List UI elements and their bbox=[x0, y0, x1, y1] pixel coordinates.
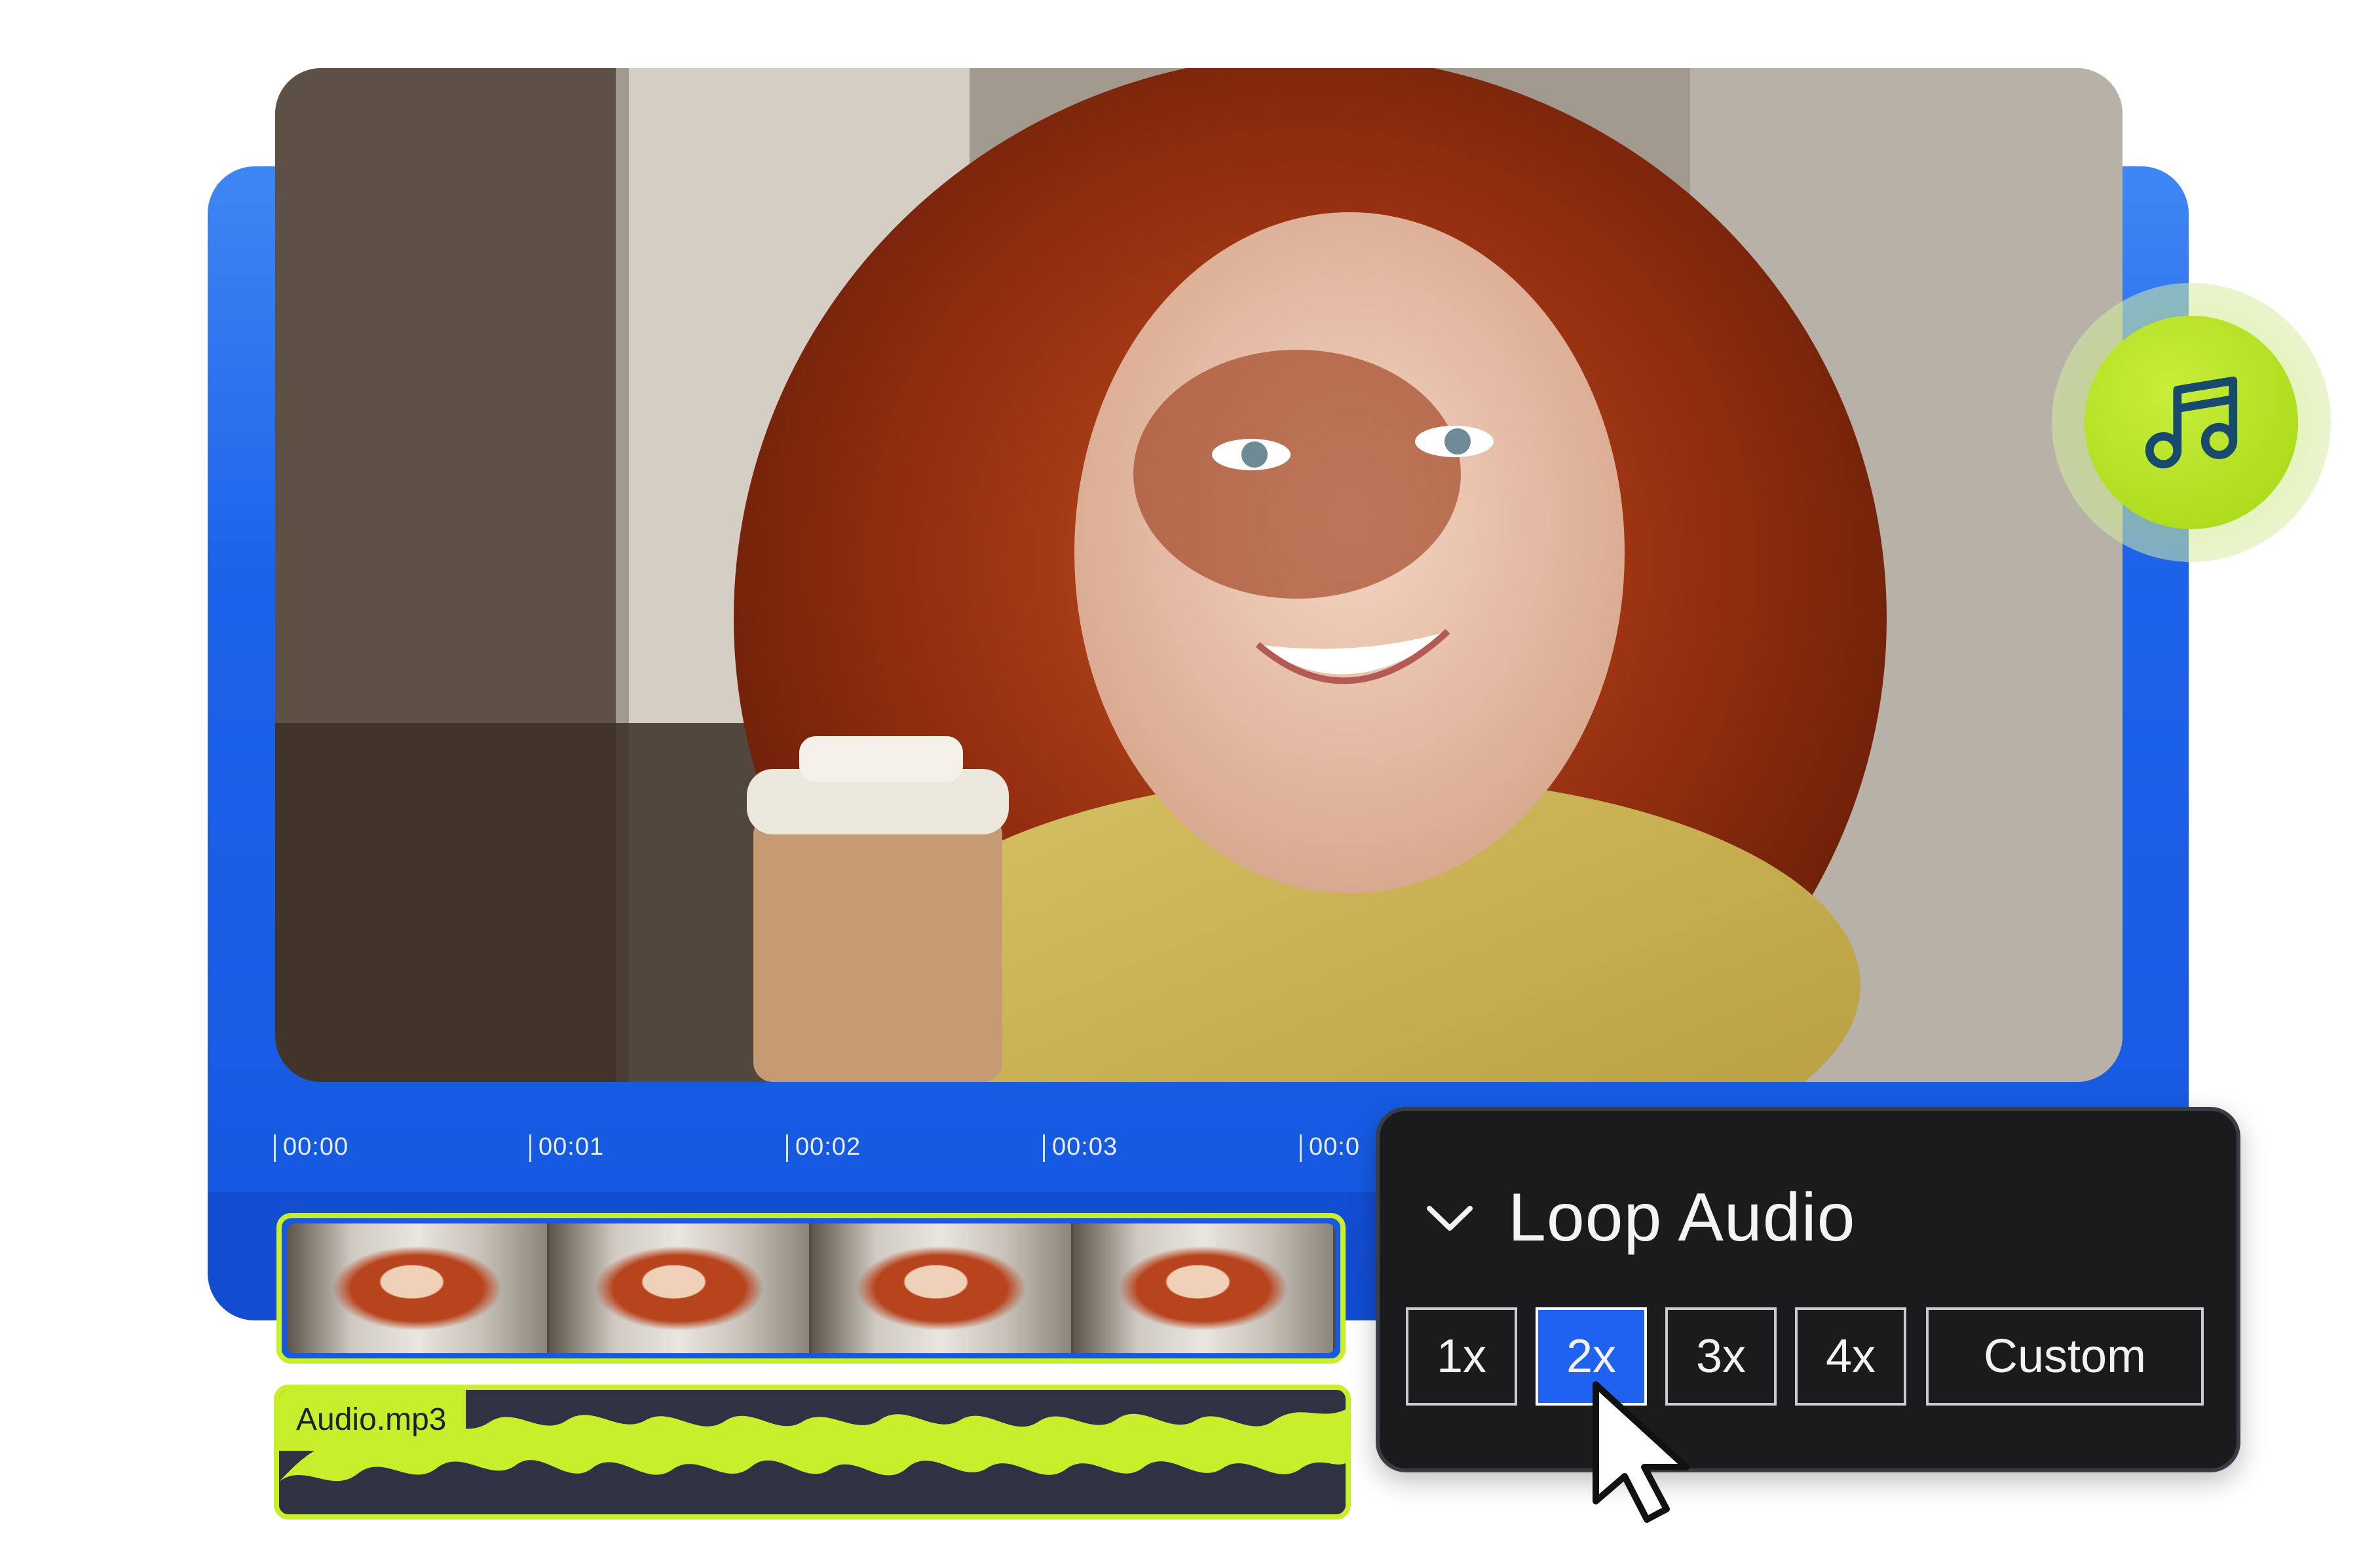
video-preview-image bbox=[275, 68, 2123, 1082]
video-thumbnail bbox=[1073, 1223, 1335, 1353]
audio-filename: Audio.mp3 bbox=[279, 1390, 466, 1451]
loop-audio-title: Loop Audio bbox=[1508, 1180, 1856, 1256]
timeline-tick: 00:0 bbox=[1300, 1133, 1360, 1162]
video-thumbnails bbox=[287, 1223, 1335, 1353]
music-note-icon bbox=[2145, 376, 2238, 469]
mouse-cursor-icon bbox=[1593, 1381, 1689, 1523]
video-thumbnail bbox=[287, 1223, 549, 1353]
loop-option-custom[interactable]: Custom bbox=[1926, 1307, 2204, 1406]
video-thumbnail bbox=[549, 1223, 811, 1353]
timeline-tick: 00:00 bbox=[273, 1133, 349, 1162]
video-preview[interactable] bbox=[275, 68, 2123, 1082]
loop-option-1x[interactable]: 1x bbox=[1406, 1307, 1517, 1406]
timeline-tick: 00:03 bbox=[1042, 1133, 1118, 1162]
music-badge bbox=[2085, 316, 2298, 529]
timeline-tick: 00:02 bbox=[785, 1133, 861, 1162]
loop-audio-header[interactable]: Loop Audio bbox=[1425, 1179, 1856, 1257]
loop-audio-panel: Loop Audio 1x 2x 3x 4x Custom bbox=[1376, 1107, 2240, 1472]
video-track-clip[interactable] bbox=[276, 1213, 1346, 1364]
chevron-down-icon[interactable] bbox=[1425, 1203, 1474, 1233]
video-thumbnail bbox=[811, 1223, 1073, 1353]
audio-track-clip[interactable]: Audio.mp3 bbox=[274, 1385, 1351, 1520]
loop-option-4x[interactable]: 4x bbox=[1795, 1307, 1906, 1406]
timeline-tick: 00:01 bbox=[529, 1133, 605, 1162]
editor-stage: 00:00 00:01 00:02 00:03 00:0 Audio.mp3 L… bbox=[0, 0, 2378, 1568]
